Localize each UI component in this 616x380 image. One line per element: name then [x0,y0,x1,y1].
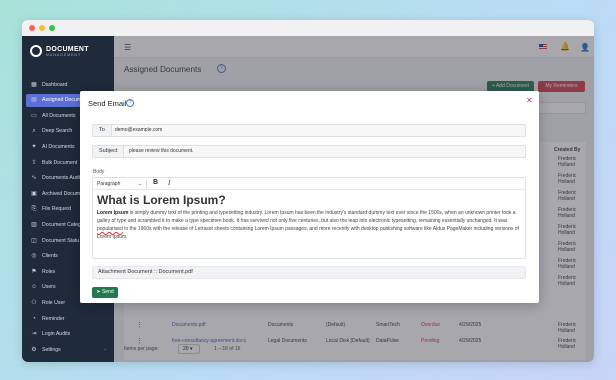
login-audit-icon: ⇥ [31,331,37,338]
sidebar-item-label: Archived Docum [42,190,81,197]
logo-subtitle: MANAGEMENT [46,52,82,57]
sidebar-item[interactable]: ◔ Reminder [26,312,112,325]
sidebar-item-label: Clients [42,253,58,260]
chevron-down-icon[interactable]: ⌄ [138,180,142,188]
file-request-icon: ⎘ [31,206,37,213]
to-field[interactable]: To demo@example.com [92,124,526,137]
subject-field[interactable]: Subject please review this document. [92,145,526,158]
sidebar-item-label: Settings [42,346,61,353]
minimize-window-dot[interactable] [39,25,45,31]
sidebar-item-label: Deep Search [42,128,73,135]
paragraph-format-select[interactable]: Paragraph [97,180,120,188]
chart-icon: ∿ [31,175,37,182]
sidebar-item-label: Document Categ [42,221,81,228]
close-window-dot[interactable] [29,25,35,31]
roles-icon: ⚑ [31,268,37,275]
body-label: Body [93,169,105,175]
category-icon: ▥ [31,221,37,228]
toolbar-divider [146,180,147,188]
role-user-icon: ⚇ [31,299,37,306]
clients-icon: ◎ [31,253,37,260]
bold-icon[interactable]: B [153,179,158,186]
search-icon: ⌕ [32,128,36,135]
settings-icon: ⚙ [31,346,37,353]
sidebar-item-label: Reminder [42,315,65,322]
sidebar-item-label: Login Audits [42,331,71,338]
logo-icon [30,45,42,57]
folder-icon: ▭ [31,112,37,119]
to-value[interactable]: demo@example.com [115,125,162,136]
send-email-dialog: Send Email ? ✕ To demo@example.com Subje… [80,91,539,303]
window-titlebar [22,20,594,36]
upload-icon: ⇪ [31,159,37,166]
app-logo[interactable]: DOCUMENT MANAGEMENT [30,42,89,60]
para-text-1: is simply dummy text of the printing and… [97,210,516,224]
sidebar-item-label: All Documents [42,112,76,119]
body-editor[interactable]: Paragraph ⌄ B I What is Lorem Ipsum? Lor… [92,177,526,259]
para-bold: Lorem Ipsum [97,210,129,216]
para-misspelled: popularised [97,226,123,232]
logo-title: DOCUMENT [46,45,89,53]
sidebar-item-label: Dashboard [42,81,68,88]
sidebar-item[interactable]: ⇥ Login Audits [26,328,112,341]
attachment-document: Attachment Document :: Document.pdf [92,266,526,279]
chevron-right-icon: › [104,346,106,353]
dialog-title: Send Email [88,99,127,108]
sidebar-item-label: AI Documents [42,143,75,150]
app-window: DOCUMENT MANAGEMENT ▦ Dashboard ▤ Assigned … [22,20,594,362]
document-icon: ▤ [31,97,37,104]
reminder-icon: ◔ [32,315,36,322]
editor-toolbar: Paragraph ⌄ B I [93,178,525,190]
para-text-2: in the 1960s with the release of Letrase… [97,226,519,240]
sidebar-item-label: Document Statu [42,237,80,244]
ai-icon: ✦ [31,143,37,150]
send-button[interactable]: ➤ Send [92,287,118,298]
sidebar-item[interactable]: ⚙ Settings › [26,343,112,356]
to-label: To [93,125,112,136]
users-icon: ☺ [31,284,38,291]
status-icon: ◫ [31,237,37,244]
subject-value[interactable]: please review this document. [129,146,193,157]
archive-icon: ▣ [31,190,37,197]
close-icon[interactable]: ✕ [526,96,533,105]
editor-paragraph[interactable]: Lorem Ipsum is simply dummy text of the … [97,209,521,241]
maximize-window-dot[interactable] [49,25,55,31]
italic-icon[interactable]: I [168,179,170,187]
subject-label: Subject [93,146,125,157]
grid-icon: ▦ [31,81,37,88]
sidebar-item-label: Users [42,284,56,291]
help-icon[interactable]: ? [126,99,134,107]
sidebar-item-label: Role User [42,299,66,306]
sidebar-item-label: Roles [42,268,56,275]
sidebar-item-label: File Request [42,206,72,213]
sidebar-item-label: Documents Audit [42,175,82,182]
sidebar-item-label: Bulk Document [42,159,78,166]
sidebar-item[interactable]: ▦ Dashboard [26,78,112,91]
editor-heading[interactable]: What is Lorem Ipsum? [97,193,226,207]
